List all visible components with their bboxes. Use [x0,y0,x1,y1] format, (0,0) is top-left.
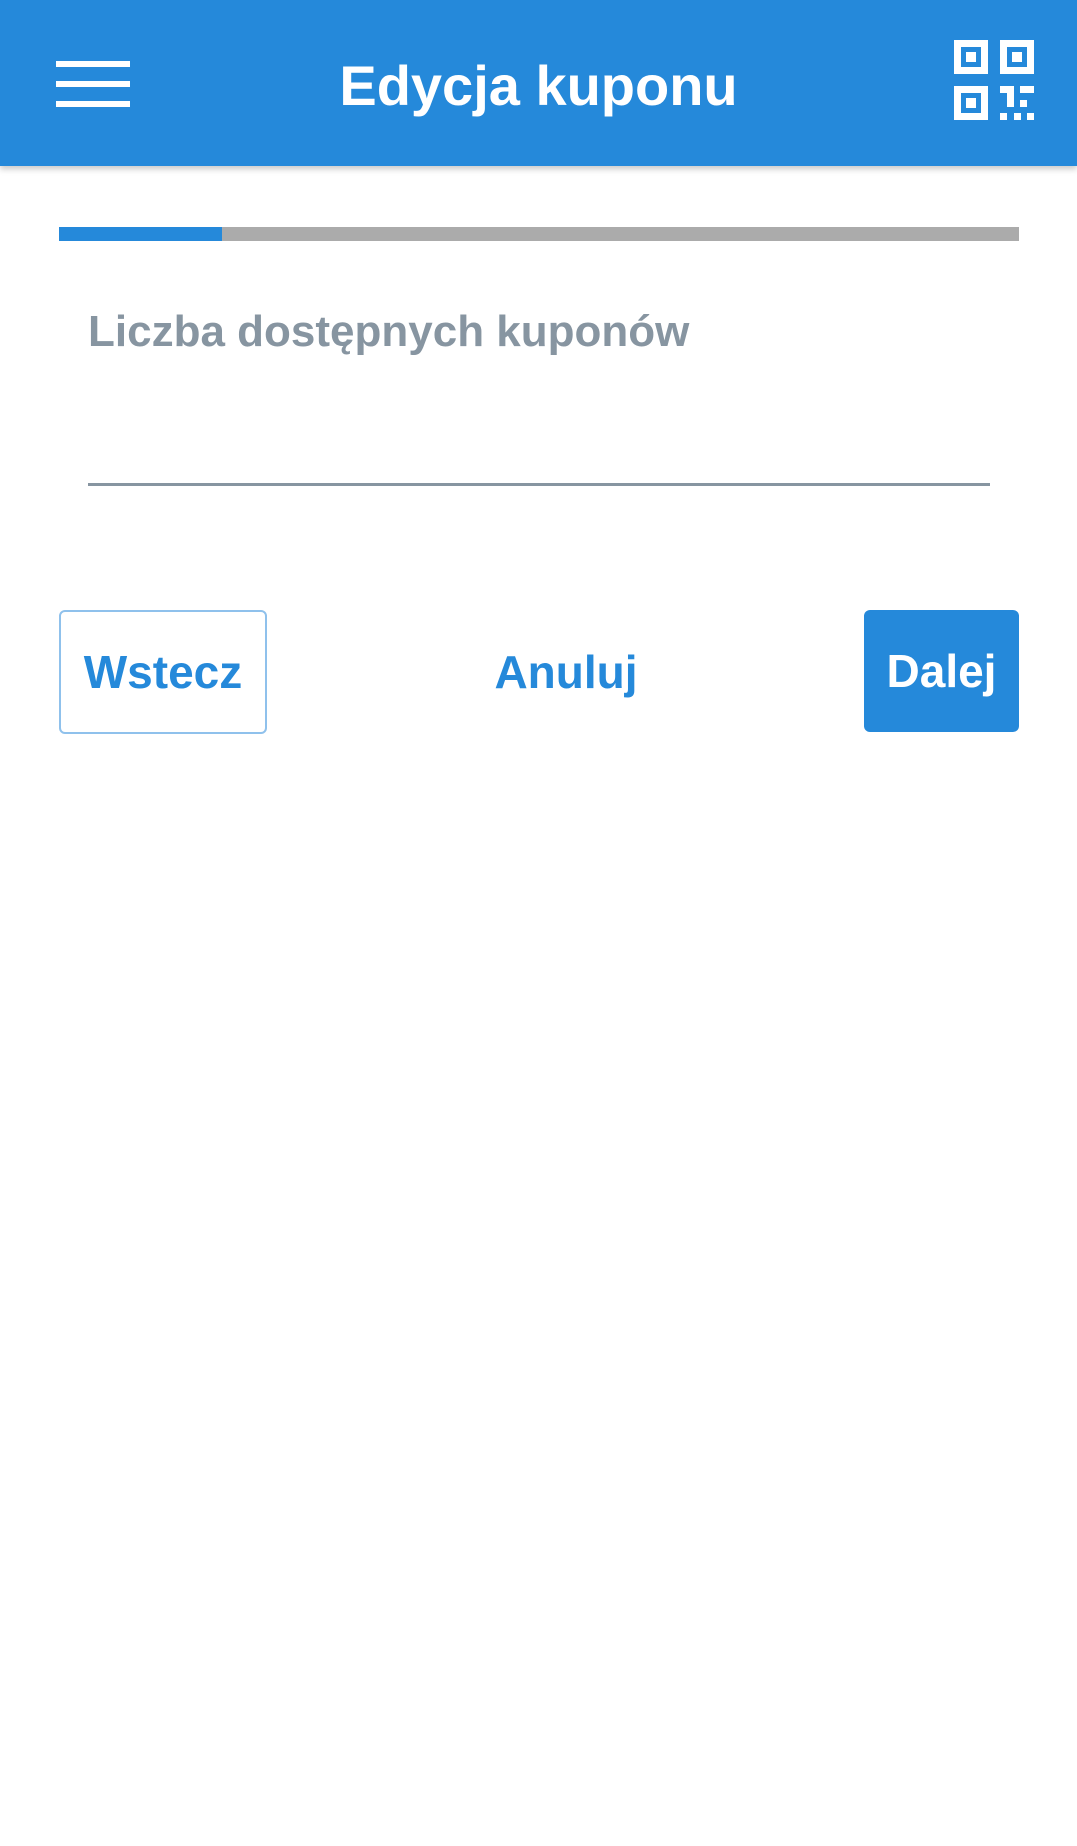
hamburger-menu-icon-line [56,101,130,107]
next-button[interactable]: Dalej [864,610,1019,732]
qr-code-icon [954,40,1034,120]
hamburger-menu-icon [56,61,130,67]
available-coupons-field: Liczba dostępnych kuponów [88,296,990,490]
app-bar: Edycja kuponu [0,0,1077,166]
hamburger-menu-icon-line [56,81,130,87]
page-title: Edycja kuponu [339,54,738,117]
cancel-button[interactable]: Anuluj [456,610,676,734]
back-button[interactable]: Wstecz [59,610,267,734]
wizard-progress-fill [59,227,223,241]
wizard-progress-bar [59,227,1019,241]
available-coupons-input[interactable] [88,394,990,486]
available-coupons-label: Liczba dostępnych kuponów [88,307,690,356]
qr-scan-button[interactable] [954,40,1034,120]
menu-button[interactable] [48,55,134,117]
